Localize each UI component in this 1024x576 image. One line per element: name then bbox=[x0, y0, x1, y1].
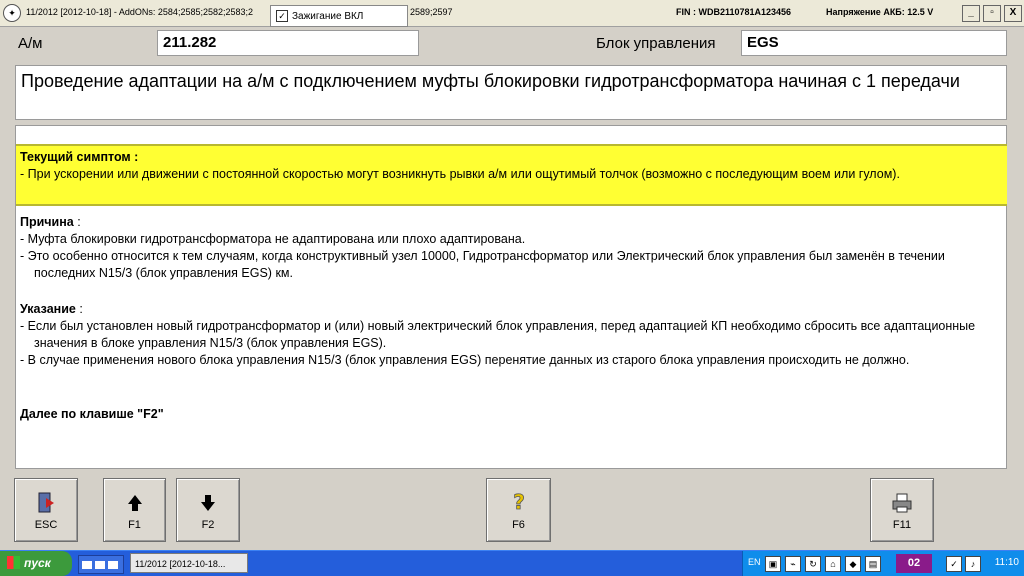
current-symptom-box: Текущий симптом : - При ускорении или дв… bbox=[16, 144, 1007, 206]
windows-flag-icon bbox=[7, 556, 20, 569]
cause-item: - Муфта блокировки гидротрансформатора н… bbox=[20, 232, 526, 246]
arrow-up-icon bbox=[123, 491, 147, 515]
keyboard-icon bbox=[108, 561, 118, 569]
close-button[interactable]: X bbox=[1004, 5, 1022, 22]
printer-tray-icon[interactable]: ▤ bbox=[865, 556, 881, 572]
f6-button[interactable]: ? F6 bbox=[486, 478, 551, 542]
continue-hint: Далее по клавише "F2" bbox=[20, 407, 164, 421]
note-section: Указание : - Если был установлен новый г… bbox=[20, 301, 1004, 369]
taskbar-app-item[interactable]: 11/2012 [2012-10-18... bbox=[130, 553, 248, 573]
exit-door-icon bbox=[34, 491, 58, 515]
f1-key-label: F1 bbox=[128, 519, 141, 531]
ignition-indicator: ✓ Зажигание ВКЛ bbox=[270, 5, 408, 27]
keyboard-icon bbox=[95, 561, 105, 569]
window-title: 11/2012 [2012-10-18] - AddONs: 2584;2585… bbox=[26, 7, 254, 17]
note-item: - В случае применения нового блока управ… bbox=[20, 353, 910, 367]
ecu-label: Блок управления bbox=[596, 35, 716, 52]
f11-button[interactable]: F11 bbox=[870, 478, 934, 542]
car-label: А/м bbox=[18, 35, 43, 52]
procedure-title: Проведение адаптации на а/м с подключени… bbox=[15, 65, 1007, 120]
f1-button[interactable]: F1 bbox=[103, 478, 166, 542]
sync-icon[interactable]: ↻ bbox=[805, 556, 821, 572]
cause-heading: Причина bbox=[20, 215, 74, 229]
minimize-button[interactable]: _ bbox=[962, 5, 980, 22]
note-colon: : bbox=[75, 302, 83, 316]
battery-voltage: Напряжение АКБ: 12.5 V bbox=[826, 7, 934, 17]
note-item: - Если был установлен новый гидротрансфо… bbox=[20, 319, 976, 350]
instructions-panel: Текущий симптом : - При ускорении или дв… bbox=[15, 125, 1007, 469]
title-bar: ✦ 11/2012 [2012-10-18] - AddONs: 2584;25… bbox=[0, 0, 1024, 27]
usb-icon[interactable]: ⌁ bbox=[785, 556, 801, 572]
desktop-number[interactable]: 02 bbox=[896, 554, 932, 573]
esc-button[interactable]: ESC bbox=[14, 478, 78, 542]
window-title-tail: 2589;2597 bbox=[410, 7, 453, 17]
start-button[interactable]: пуск bbox=[0, 551, 72, 576]
svg-text:?: ? bbox=[513, 491, 525, 514]
printer-icon bbox=[890, 491, 914, 515]
mercedes-star-icon: ✦ bbox=[3, 4, 21, 22]
quick-launch[interactable] bbox=[78, 555, 124, 574]
system-tray: EN ▣ ⌁ ↻ ⌂ ◆ ▤ 02 ✓ ♪ 11:10 bbox=[742, 551, 1024, 576]
taskbar: пуск 11/2012 [2012-10-18... EN ▣ ⌁ ↻ ⌂ ◆… bbox=[0, 550, 1024, 576]
note-heading: Указание bbox=[20, 302, 76, 316]
checkbox-tray-icon[interactable]: ✓ bbox=[946, 556, 962, 572]
network-icon[interactable]: ▣ bbox=[765, 556, 781, 572]
fin-label: FIN : WDB2110781A123456 bbox=[676, 7, 792, 17]
checkbox-checked-icon: ✓ bbox=[276, 10, 288, 22]
symptom-text: - При ускорении или движении с постоянно… bbox=[20, 167, 900, 181]
cause-section: Причина : - Муфта блокировки гидротрансф… bbox=[20, 214, 1004, 282]
start-label: пуск bbox=[24, 556, 51, 570]
home-icon[interactable]: ⌂ bbox=[825, 556, 841, 572]
language-indicator[interactable]: EN bbox=[748, 557, 761, 567]
security-icon[interactable]: ◆ bbox=[845, 556, 861, 572]
car-model-field: 211.282 bbox=[157, 30, 419, 56]
help-icon: ? bbox=[507, 490, 531, 515]
ecu-field: EGS bbox=[741, 30, 1007, 56]
f2-button[interactable]: F2 bbox=[176, 478, 240, 542]
restore-button[interactable]: ▫ bbox=[983, 5, 1001, 22]
clock: 11:10 bbox=[994, 557, 1019, 568]
f6-key-label: F6 bbox=[512, 519, 525, 531]
cause-colon: : bbox=[73, 215, 81, 229]
speaker-icon[interactable]: ♪ bbox=[965, 556, 981, 572]
keyboard-icon bbox=[82, 561, 92, 569]
arrow-down-icon bbox=[196, 491, 220, 515]
ignition-label: Зажигание ВКЛ bbox=[292, 10, 364, 22]
cause-item: - Это особенно относится к тем случаям, … bbox=[20, 249, 945, 280]
f11-key-label: F11 bbox=[892, 519, 912, 531]
symptom-heading: Текущий симптом : bbox=[20, 150, 139, 164]
esc-key-label: ESC bbox=[34, 519, 58, 531]
f2-key-label: F2 bbox=[201, 519, 215, 531]
